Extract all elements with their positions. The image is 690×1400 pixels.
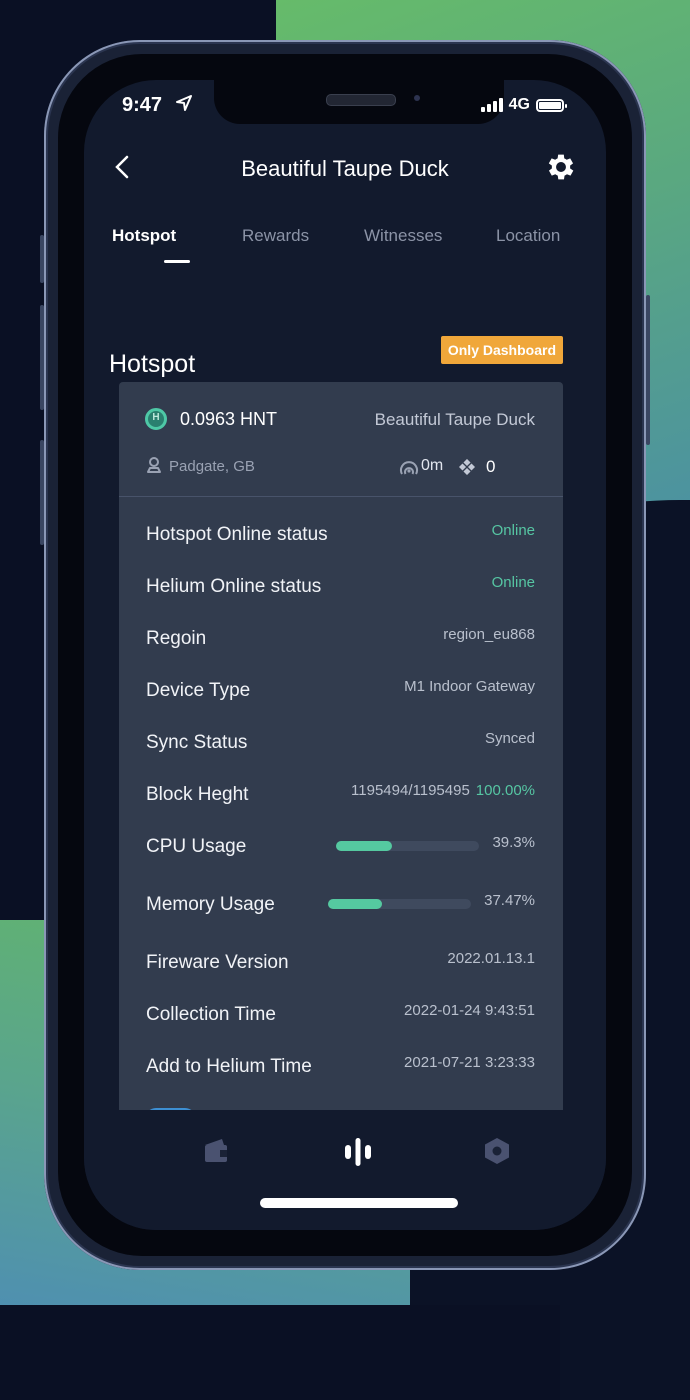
network-type: 4G (508, 96, 530, 113)
row-value: M1 Indoor Gateway (404, 678, 535, 695)
tab-hotspot[interactable]: Hotspot (112, 226, 242, 276)
row-value: Online (491, 522, 535, 539)
speaker (326, 94, 396, 106)
memory-usage-fill (328, 899, 382, 909)
hnt-token-icon (145, 408, 167, 430)
row-firmware-version: Fireware Version 2022.01.13.1 (119, 940, 563, 992)
row-helium-online-status: Helium Online status Online (119, 564, 563, 616)
tab-location[interactable]: Location (496, 226, 560, 276)
row-value: 2021-07-21 3:23:33 (404, 1054, 535, 1071)
row-hotspot-online-status: Hotspot Online status Online (119, 512, 563, 564)
row-value: Synced (484, 730, 535, 747)
bottom-tab-bar (84, 1110, 606, 1230)
hotspot-bars-icon (345, 1138, 371, 1166)
gear-icon (548, 154, 574, 180)
row-collection-time: Collection Time 2022-01-24 9:43:51 (119, 992, 563, 1044)
tab-hotspot-main[interactable] (342, 1136, 374, 1173)
witness-diamond-icon (459, 459, 475, 475)
signal-icon (480, 98, 503, 112)
row-label: Helium Online status (146, 576, 322, 597)
status-time: 9:47 (122, 94, 163, 116)
antenna-icon (400, 461, 418, 475)
row-region: Regoin region_eu868 (119, 616, 563, 668)
cpu-usage-bar (336, 841, 479, 851)
row-value: Online (491, 574, 535, 591)
block-height-percent: 100.00% (475, 782, 535, 799)
hotspot-name: Beautiful Taupe Duck (374, 410, 535, 429)
antenna-distance: 0m (421, 457, 444, 474)
row-device-type: Device Type M1 Indoor Gateway (119, 668, 563, 720)
battery-icon (536, 98, 567, 112)
block-height-value: 1195494/1195495 (351, 782, 470, 799)
row-value: 1195494/1195495 100.00% (351, 782, 535, 799)
settings-button[interactable] (544, 150, 578, 184)
hnt-balance: 0.0963 HNT (180, 409, 278, 429)
row-value: region_eu868 (443, 626, 535, 643)
nav-header: Beautiful Taupe Duck (84, 146, 606, 196)
row-label: Memory Usage (146, 894, 275, 915)
row-add-to-helium-time: Add to Helium Time 2021-07-21 3:23:33 (119, 1044, 563, 1096)
row-memory-usage: Memory Usage 37.47% (119, 882, 563, 940)
page-title: Beautiful Taupe Duck (241, 156, 449, 181)
tab-wallet[interactable] (202, 1136, 230, 1169)
row-label: Device Type (146, 680, 251, 701)
tab-bar-top: Hotspot Rewards Witnesses Location (112, 226, 606, 276)
location-pin-icon (147, 457, 161, 473)
row-label: Collection Time (146, 1004, 276, 1025)
wallet-icon (205, 1139, 227, 1162)
tab-rewards[interactable]: Rewards (242, 226, 364, 276)
row-cpu-usage: CPU Usage 39.3% (119, 824, 563, 882)
cpu-usage-fill (336, 841, 393, 851)
phone-frame: 9:47 4G Beautiful Taupe Duck Hotspot Rew… (44, 40, 646, 1270)
row-label: CPU Usage (146, 836, 247, 857)
row-value: 37.47% (484, 892, 535, 909)
row-value: 2022.01.13.1 (447, 950, 535, 967)
hexagon-settings-icon (485, 1138, 509, 1164)
card-header: 0.0963 HNT Beautiful Taupe Duck Padgate,… (119, 382, 563, 497)
row-label: Fireware Version (146, 952, 289, 973)
tab-settings[interactable] (482, 1136, 512, 1171)
row-label: Block Heght (146, 784, 249, 805)
hotspot-location: Padgate, GB (169, 458, 255, 475)
hotspot-card: 0.0963 HNT Beautiful Taupe Duck Padgate,… (119, 382, 563, 1162)
row-label: Sync Status (146, 732, 248, 753)
phone-bezel: 9:47 4G Beautiful Taupe Duck Hotspot Rew… (58, 54, 632, 1256)
row-value: 39.3% (492, 834, 535, 851)
row-block-height: Block Heght 1195494/1195495 100.00% (119, 772, 563, 824)
phone-screen: 9:47 4G Beautiful Taupe Duck Hotspot Rew… (84, 80, 606, 1230)
phone-power-button (646, 295, 650, 445)
row-label: Regoin (146, 628, 207, 649)
notch (214, 80, 504, 124)
home-indicator[interactable] (260, 1198, 458, 1208)
tab-witnesses[interactable]: Witnesses (364, 226, 496, 276)
row-sync-status: Sync Status Synced (119, 720, 563, 772)
row-label: Hotspot Online status (146, 524, 328, 545)
section-title: Hotspot (109, 350, 196, 378)
row-label: Add to Helium Time (146, 1056, 312, 1077)
memory-usage-bar (328, 899, 471, 909)
details-list: Hotspot Online status Online Helium Onli… (119, 512, 563, 1096)
row-value: 2022-01-24 9:43:51 (404, 1002, 535, 1019)
witness-count: 0 (486, 457, 496, 476)
location-arrow-icon (176, 95, 192, 116)
front-camera (414, 95, 420, 101)
only-dashboard-badge[interactable]: Only Dashboard (440, 336, 563, 364)
status-right: 4G (480, 96, 567, 114)
